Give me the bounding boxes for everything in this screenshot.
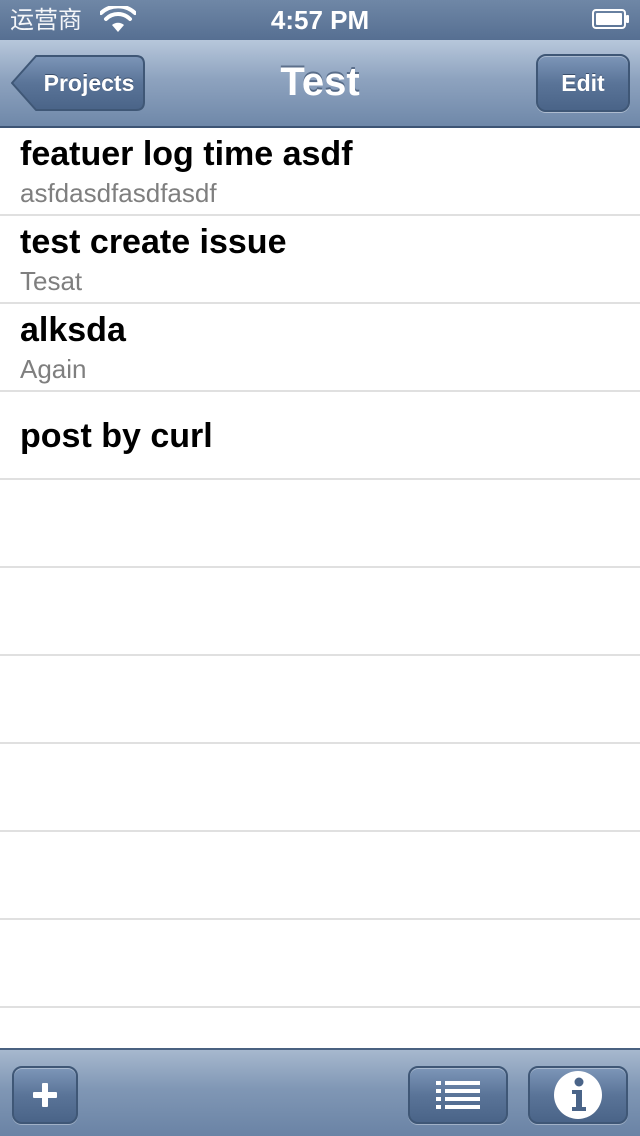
plus-icon — [33, 1083, 57, 1107]
bottom-toolbar — [0, 1048, 640, 1136]
list-item[interactable]: alksda Again — [0, 304, 640, 392]
list-item[interactable]: featuer log time asdf asfdasdfasdfasdf — [0, 128, 640, 216]
list-icon — [436, 1081, 480, 1109]
empty-row — [0, 1008, 640, 1048]
edit-button[interactable]: Edit — [536, 54, 630, 112]
empty-row — [0, 744, 640, 832]
screen: 运营商 4:57 PM Projects Test Edit featuer l… — [0, 0, 640, 1136]
back-button-projects[interactable]: Projects — [10, 54, 146, 112]
list-item-title: post by curl — [20, 417, 213, 455]
add-button[interactable] — [12, 1066, 78, 1124]
empty-row — [0, 832, 640, 920]
list-button[interactable] — [408, 1066, 508, 1124]
list-item-title: alksda — [20, 311, 126, 349]
info-icon — [554, 1071, 602, 1119]
list-item-subtitle: asfdasdfasdfasdf — [20, 178, 217, 208]
empty-row — [0, 480, 640, 568]
empty-row — [0, 568, 640, 656]
list-item-subtitle: Again — [20, 354, 87, 384]
list-item[interactable]: post by curl — [0, 392, 640, 480]
navigation-bar: Projects Test Edit — [0, 40, 640, 128]
battery-icon — [592, 9, 629, 29]
issue-list: featuer log time asdf asfdasdfasdfasdf t… — [0, 128, 640, 1048]
list-item-subtitle: Tesat — [20, 266, 83, 296]
back-button-label: Projects — [43, 70, 135, 96]
status-bar: 运营商 4:57 PM — [0, 0, 640, 40]
info-button[interactable] — [528, 1066, 628, 1124]
list-item-title: featuer log time asdf — [20, 135, 353, 173]
list-item[interactable]: test create issue Tesat — [0, 216, 640, 304]
empty-row — [0, 920, 640, 1008]
empty-row — [0, 656, 640, 744]
list-item-title: test create issue — [20, 223, 287, 261]
page-title: Test — [280, 60, 360, 104]
status-time: 4:57 PM — [270, 5, 370, 35]
